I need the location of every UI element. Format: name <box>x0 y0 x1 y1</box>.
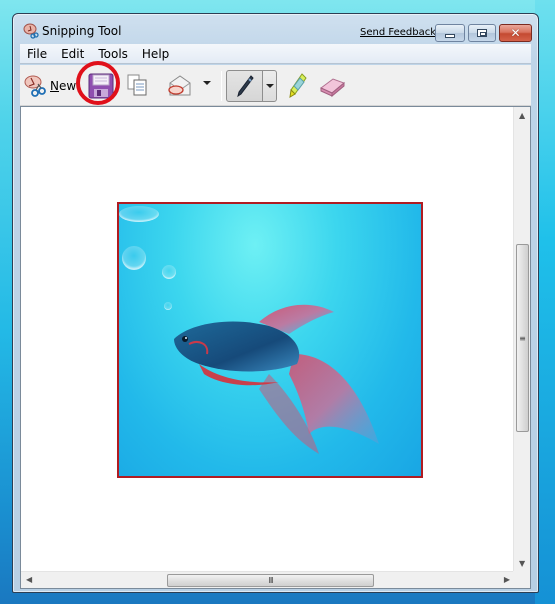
pen-icon <box>236 75 254 98</box>
chevron-down-icon <box>265 84 274 88</box>
chevron-down-icon <box>203 81 211 85</box>
snipping-tool-window: Snipping Tool Send Feedback ✕ File Edit … <box>12 13 539 593</box>
maximize-icon <box>477 29 487 37</box>
envelope-icon <box>168 75 191 96</box>
snip-canvas[interactable]: ▲ ≡ ▼ ◀ III ▶ <box>20 106 531 589</box>
vertical-scrollbar[interactable]: ▲ ≡ ▼ <box>513 107 530 573</box>
copy-icon <box>127 74 147 96</box>
send-snip-button[interactable] <box>166 73 194 99</box>
highlighter-button[interactable] <box>286 72 308 100</box>
menu-tools[interactable]: Tools <box>91 47 135 61</box>
close-button[interactable]: ✕ <box>499 24 532 42</box>
eraser-icon <box>320 78 345 98</box>
save-snip-button[interactable] <box>86 71 116 101</box>
copy-button[interactable] <box>126 73 148 97</box>
horizontal-scrollbar[interactable]: ◀ III ▶ <box>21 571 515 588</box>
highlighter-icon <box>289 73 307 98</box>
eraser-button[interactable] <box>317 74 347 98</box>
pen-dropdown-button[interactable] <box>262 70 277 102</box>
new-button-label: New <box>50 79 77 93</box>
grip-icon: III <box>268 576 273 585</box>
minimize-button[interactable] <box>435 24 465 42</box>
scissors-icon <box>24 75 46 97</box>
window-title: Snipping Tool <box>42 24 122 38</box>
send-dropdown-button[interactable] <box>203 81 213 91</box>
vertical-scroll-thumb[interactable]: ≡ <box>516 244 529 432</box>
betta-fish-image <box>119 206 379 454</box>
toolbar: New <box>20 65 531 106</box>
scroll-left-arrow-icon[interactable]: ◀ <box>26 576 32 584</box>
menu-bar: File Edit Tools Help <box>20 44 531 64</box>
minimize-icon <box>445 33 455 38</box>
menu-help[interactable]: Help <box>135 47 176 61</box>
scroll-down-arrow-icon[interactable]: ▼ <box>519 560 525 568</box>
scroll-up-arrow-icon[interactable]: ▲ <box>519 112 525 120</box>
grip-icon: ≡ <box>519 333 526 343</box>
resize-grip[interactable] <box>513 571 530 588</box>
menu-edit[interactable]: Edit <box>54 47 91 61</box>
send-feedback-link[interactable]: Send Feedback <box>360 27 436 38</box>
horizontal-scroll-thumb[interactable]: III <box>167 574 374 587</box>
toolbar-separator <box>221 71 222 101</box>
captured-image <box>117 202 423 478</box>
scroll-right-arrow-icon[interactable]: ▶ <box>504 576 510 584</box>
new-snip-button[interactable]: New <box>23 73 76 99</box>
floppy-disk-icon <box>88 73 114 99</box>
maximize-button[interactable] <box>468 24 496 42</box>
menu-file[interactable]: File <box>20 47 54 61</box>
close-icon: ✕ <box>510 26 521 40</box>
title-bar[interactable]: Snipping Tool Send Feedback ✕ <box>13 14 538 44</box>
snipping-tool-app-icon <box>23 23 39 39</box>
pen-button[interactable] <box>226 70 263 102</box>
